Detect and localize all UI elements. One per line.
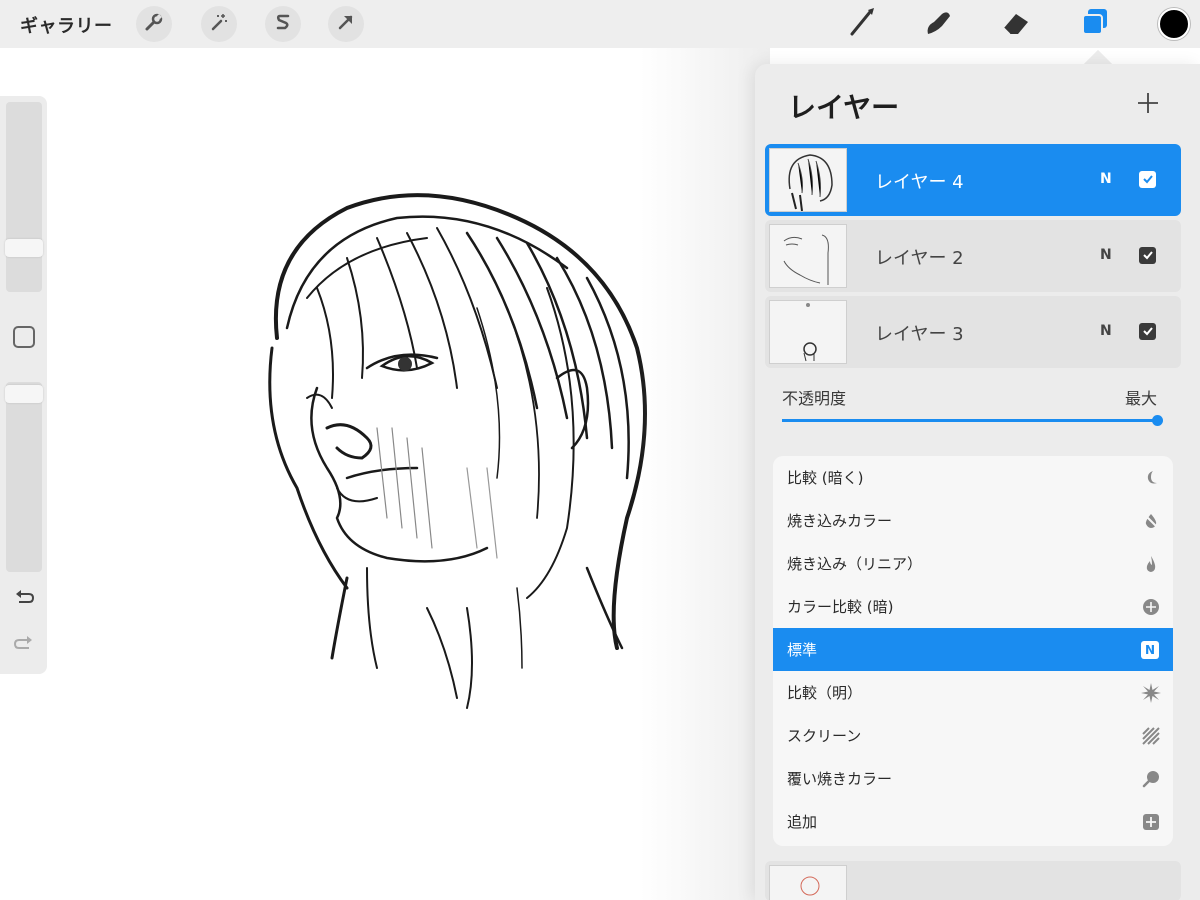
undo-button[interactable] <box>10 585 38 613</box>
panel-title: レイヤー <box>788 91 900 124</box>
actions-button[interactable] <box>136 6 172 42</box>
blend-mode-menu: 比較 (暗く) 焼き込みカラー 焼き込み（リニア） カラー比較 (暗) 標準 N… <box>773 456 1173 846</box>
color-picker-button[interactable] <box>1158 8 1190 40</box>
opacity-slider-knob[interactable] <box>1152 415 1163 426</box>
layer-blend-mode[interactable]: N <box>1100 323 1112 339</box>
brush-button[interactable] <box>842 6 882 42</box>
layer-row[interactable] <box>765 861 1181 900</box>
brush-size-thumb[interactable] <box>5 239 43 257</box>
blend-mode-label: 焼き込み（リニア） <box>787 555 923 573</box>
selection-button[interactable] <box>265 6 301 42</box>
blend-mode-item[interactable]: 焼き込みカラー <box>773 499 1173 542</box>
blend-mode-label: カラー比較 (暗) <box>787 598 894 616</box>
eraser-icon <box>1000 6 1032 42</box>
layers-panel: レイヤー レイヤー 4 N レイヤー 2 N レイヤー 3 N 不透明度 最大 … <box>755 64 1200 900</box>
moon-icon <box>1141 468 1161 488</box>
layer-row[interactable]: レイヤー 3 N <box>765 296 1181 368</box>
blend-mode-label: 比較 (暗く) <box>787 469 864 487</box>
flame-icon <box>1141 554 1161 574</box>
left-sidebar <box>0 96 47 674</box>
dodge-icon <box>1141 769 1161 789</box>
blend-mode-item[interactable]: 覆い焼きカラー <box>773 757 1173 800</box>
brush-opacity-slider[interactable] <box>6 382 42 572</box>
smudge-icon <box>922 6 954 42</box>
brush-size-slider[interactable] <box>6 102 42 292</box>
smudge-button[interactable] <box>918 6 958 42</box>
blend-mode-label: 追加 <box>787 813 818 831</box>
plus-icon <box>1136 91 1160 119</box>
layers-button[interactable] <box>1075 6 1115 42</box>
layer-row[interactable]: レイヤー 4 N <box>765 144 1181 216</box>
modify-button[interactable] <box>13 326 35 348</box>
add-layer-button[interactable] <box>1133 90 1163 120</box>
layer-thumbnail <box>769 300 847 364</box>
plus-square-icon <box>1141 812 1161 832</box>
starburst-icon <box>1141 682 1161 703</box>
eraser-button[interactable] <box>996 6 1036 42</box>
blend-mode-label: 焼き込みカラー <box>787 512 893 530</box>
opacity-slider[interactable] <box>782 415 1163 426</box>
top-toolbar: ギャラリー <box>0 0 1200 48</box>
checkmark-icon <box>1142 322 1154 341</box>
wrench-icon <box>144 12 164 36</box>
adjustments-button[interactable] <box>201 6 237 42</box>
layer-blend-mode[interactable]: N <box>1100 247 1112 263</box>
gallery-button[interactable]: ギャラリー <box>20 12 113 38</box>
layer-blend-mode[interactable]: N <box>1100 171 1112 187</box>
blend-mode-item[interactable]: 焼き込み（リニア） <box>773 542 1173 585</box>
blend-mode-item[interactable]: 標準 N <box>773 628 1173 671</box>
blend-mode-item[interactable]: スクリーン <box>773 714 1173 757</box>
layer-name: レイヤー 2 <box>875 248 964 269</box>
plus-circle-icon <box>1141 597 1161 617</box>
normal-n-icon: N <box>1141 640 1159 659</box>
layer-visibility-checkbox[interactable] <box>1139 171 1156 188</box>
layer-thumbnail <box>769 224 847 288</box>
opacity-slider-fill <box>782 419 1158 422</box>
blend-mode-label: 標準 <box>787 641 818 659</box>
layer-row[interactable]: レイヤー 2 N <box>765 220 1181 292</box>
blend-mode-label: 比較（明） <box>787 684 863 702</box>
magic-wand-icon <box>209 12 229 36</box>
opacity-value: 最大 <box>1125 389 1158 408</box>
layers-icon <box>1079 6 1111 42</box>
blend-mode-label: 覆い焼きカラー <box>787 770 893 788</box>
burn-drop-icon <box>1141 511 1161 531</box>
brush-opacity-thumb[interactable] <box>5 385 43 403</box>
blend-mode-item[interactable]: カラー比較 (暗) <box>773 585 1173 628</box>
layer-thumbnail <box>769 148 847 212</box>
undo-icon <box>13 586 35 612</box>
layer-visibility-checkbox[interactable] <box>1139 247 1156 264</box>
layer-thumbnail <box>769 865 847 900</box>
layer-name: レイヤー 4 <box>875 172 964 193</box>
checkmark-icon <box>1142 170 1154 189</box>
blend-mode-label: スクリーン <box>787 727 862 745</box>
opacity-label: 不透明度 <box>782 389 847 408</box>
blend-mode-item[interactable]: 比較（明） <box>773 671 1173 714</box>
checkmark-icon <box>1142 246 1154 265</box>
selection-s-icon <box>273 12 293 36</box>
hatch-icon <box>1141 726 1161 746</box>
redo-button[interactable] <box>10 631 38 659</box>
panel-backdrop <box>640 48 770 900</box>
brush-icon <box>846 6 878 42</box>
normal-n-text: N <box>1144 642 1156 657</box>
redo-icon <box>13 632 35 658</box>
layer-visibility-checkbox[interactable] <box>1139 323 1156 340</box>
transform-arrow-icon <box>336 12 356 36</box>
blend-mode-item[interactable]: 比較 (暗く) <box>773 456 1173 499</box>
blend-mode-item[interactable]: 追加 <box>773 800 1173 843</box>
layer-name: レイヤー 3 <box>875 324 964 345</box>
transform-button[interactable] <box>328 6 364 42</box>
